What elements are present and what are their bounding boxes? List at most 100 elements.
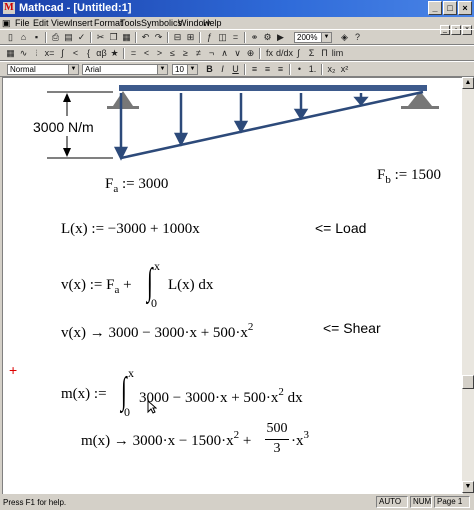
open-icon[interactable]: ⌂ bbox=[17, 31, 30, 43]
scroll-down-icon[interactable]: ▼ bbox=[462, 481, 474, 493]
font-select[interactable]: Arial ▼ bbox=[82, 64, 168, 75]
integral-lower-limit: 0 bbox=[124, 405, 130, 419]
menu-symbolics[interactable]: Symbolics bbox=[141, 17, 182, 29]
align-left-icon[interactable]: ≡ bbox=[248, 63, 261, 75]
run-script-icon[interactable]: ▶ bbox=[274, 31, 287, 43]
menu-edit[interactable]: Edit bbox=[33, 17, 49, 29]
numbering-icon[interactable]: 1. bbox=[306, 63, 319, 75]
fb-definition[interactable]: Fb := 1500 bbox=[377, 167, 441, 186]
insertion-cursor: + bbox=[9, 362, 18, 378]
sum-icon[interactable]: Σ bbox=[305, 47, 318, 59]
paste-icon[interactable]: ▦ bbox=[120, 31, 133, 43]
limit-icon[interactable]: lim bbox=[331, 47, 344, 59]
menu-tools[interactable]: Tools bbox=[120, 17, 141, 29]
symbolic-icon[interactable]: ★ bbox=[108, 47, 121, 59]
print-preview-icon[interactable]: ▤ bbox=[62, 31, 75, 43]
align-right-icon[interactable]: ≡ bbox=[274, 63, 287, 75]
fa-definition[interactable]: Fa := 3000 bbox=[105, 176, 168, 195]
load-function[interactable]: L(x) := −3000 + 1000x bbox=[61, 221, 200, 238]
style-value: Normal bbox=[10, 65, 36, 74]
greater-than-icon[interactable]: > bbox=[153, 47, 166, 59]
load-note[interactable]: <= Load bbox=[315, 220, 366, 236]
subscript-icon[interactable]: x₂ bbox=[325, 63, 338, 75]
scroll-thumb[interactable] bbox=[462, 375, 474, 389]
shear-result[interactable]: v(x) → 3000 − 3000·x + 500·x2 bbox=[61, 321, 253, 342]
programming-icon[interactable]: { bbox=[82, 47, 95, 59]
menu-view[interactable]: View bbox=[51, 17, 70, 29]
style-select[interactable]: Normal ▼ bbox=[7, 64, 79, 75]
align-across-icon[interactable]: ⊟ bbox=[171, 31, 184, 43]
moment-result[interactable]: m(x) → 3000·x − 1500·x2 + bbox=[81, 429, 251, 450]
not-icon[interactable]: ¬ bbox=[205, 47, 218, 59]
underline-button[interactable]: U bbox=[229, 63, 242, 75]
chevron-down-icon: ▼ bbox=[321, 33, 331, 42]
shear-definition[interactable]: v(x) := Fa + bbox=[61, 277, 132, 296]
standard-toolbar: ▯ ⌂ ▪ ⎙ ▤ ✓ ✂ ❐ ▦ ↶ ↷ ⊟ ⊞ ƒ ◫ = ⚭ ⚙ ▶ 20… bbox=[0, 29, 474, 45]
help-icon[interactable]: ? bbox=[351, 31, 364, 43]
copy-icon[interactable]: ❐ bbox=[107, 31, 120, 43]
bold-button[interactable]: B bbox=[203, 63, 216, 75]
less-than-icon[interactable]: < bbox=[140, 47, 153, 59]
less-equal-icon[interactable]: ≤ bbox=[166, 47, 179, 59]
superscript-icon[interactable]: x² bbox=[338, 63, 351, 75]
fraction-numerator: 500 bbox=[266, 421, 288, 436]
evaluation-icon[interactable]: x= bbox=[43, 47, 56, 59]
font-size-select[interactable]: 10 ▼ bbox=[172, 64, 198, 75]
matrix-icon[interactable]: ⦙ bbox=[30, 47, 43, 59]
worksheet[interactable]: 3000 N/m Fa := 3000 Fb := 1500 L(x) := −… bbox=[2, 77, 463, 494]
insert-unit-icon[interactable]: ◫ bbox=[216, 31, 229, 43]
spell-check-icon[interactable]: ✓ bbox=[75, 31, 88, 43]
status-num: NUM bbox=[410, 496, 432, 508]
vertical-scrollbar[interactable]: ▲ ▼ bbox=[462, 77, 474, 493]
menu-file[interactable]: File bbox=[15, 17, 30, 29]
align-down-icon[interactable]: ⊞ bbox=[184, 31, 197, 43]
document-icon[interactable]: ▣ bbox=[2, 17, 11, 29]
math-toolbar: ▦ ∿ ⦙ x= ∫ < { αβ ★ = < > ≤ ≥ ≠ ¬ ∧ ∨ ⊕ … bbox=[0, 45, 474, 61]
italic-button[interactable]: I bbox=[216, 63, 229, 75]
resources-icon[interactable]: ◈ bbox=[338, 31, 351, 43]
xor-icon[interactable]: ⊕ bbox=[244, 47, 257, 59]
boolean-icon[interactable]: < bbox=[69, 47, 82, 59]
or-icon[interactable]: ∨ bbox=[231, 47, 244, 59]
new-icon[interactable]: ▯ bbox=[4, 31, 17, 43]
maximize-button[interactable]: □ bbox=[443, 1, 457, 15]
undo-icon[interactable]: ↶ bbox=[139, 31, 152, 43]
scroll-up-icon[interactable]: ▲ bbox=[462, 77, 474, 89]
calculus-icon[interactable]: ∫ bbox=[56, 47, 69, 59]
shear-note[interactable]: <= Shear bbox=[323, 320, 381, 336]
calculate-icon[interactable]: = bbox=[229, 31, 242, 43]
greater-equal-icon[interactable]: ≥ bbox=[179, 47, 192, 59]
graph-icon[interactable]: ∿ bbox=[17, 47, 30, 59]
align-center-icon[interactable]: ≡ bbox=[261, 63, 274, 75]
function-x-icon[interactable]: fx bbox=[263, 47, 276, 59]
moment-integrand: 3000 − 3000·x + 500·x2 dx bbox=[139, 386, 303, 406]
integral-icon[interactable]: ∫ bbox=[292, 47, 305, 59]
redo-icon[interactable]: ↷ bbox=[152, 31, 165, 43]
minimize-button[interactable]: _ bbox=[428, 1, 442, 15]
not-equal-icon[interactable]: ≠ bbox=[192, 47, 205, 59]
shear-integrand: L(x) dx bbox=[168, 277, 214, 293]
component-wizard-icon[interactable]: ⚙ bbox=[261, 31, 274, 43]
zoom-select[interactable]: 200% ▼ bbox=[294, 32, 332, 43]
greek-icon[interactable]: αβ bbox=[95, 47, 108, 59]
bullets-icon[interactable]: • bbox=[293, 63, 306, 75]
menu-help[interactable]: Help bbox=[203, 17, 222, 29]
and-icon[interactable]: ∧ bbox=[218, 47, 231, 59]
menu-format[interactable]: Format bbox=[94, 17, 123, 29]
product-icon[interactable]: Π bbox=[318, 47, 331, 59]
font-size-value: 10 bbox=[175, 65, 184, 74]
derivative-icon[interactable]: d/dx bbox=[276, 47, 293, 59]
menu-insert[interactable]: Insert bbox=[70, 17, 93, 29]
fraction-bar bbox=[265, 439, 289, 440]
close-button[interactable]: × bbox=[458, 1, 472, 15]
window-title: Mathcad - [Untitled:1] bbox=[19, 2, 132, 14]
insert-hyperlink-icon[interactable]: ⚭ bbox=[248, 31, 261, 43]
insert-function-icon[interactable]: ƒ bbox=[203, 31, 216, 43]
equals-icon[interactable]: = bbox=[127, 47, 140, 59]
cut-icon[interactable]: ✂ bbox=[94, 31, 107, 43]
status-page: Page 1 bbox=[434, 496, 470, 508]
calculator-icon[interactable]: ▦ bbox=[4, 47, 17, 59]
print-icon[interactable]: ⎙ bbox=[49, 31, 62, 43]
moment-definition[interactable]: m(x) := bbox=[61, 386, 107, 403]
save-icon[interactable]: ▪ bbox=[30, 31, 43, 43]
